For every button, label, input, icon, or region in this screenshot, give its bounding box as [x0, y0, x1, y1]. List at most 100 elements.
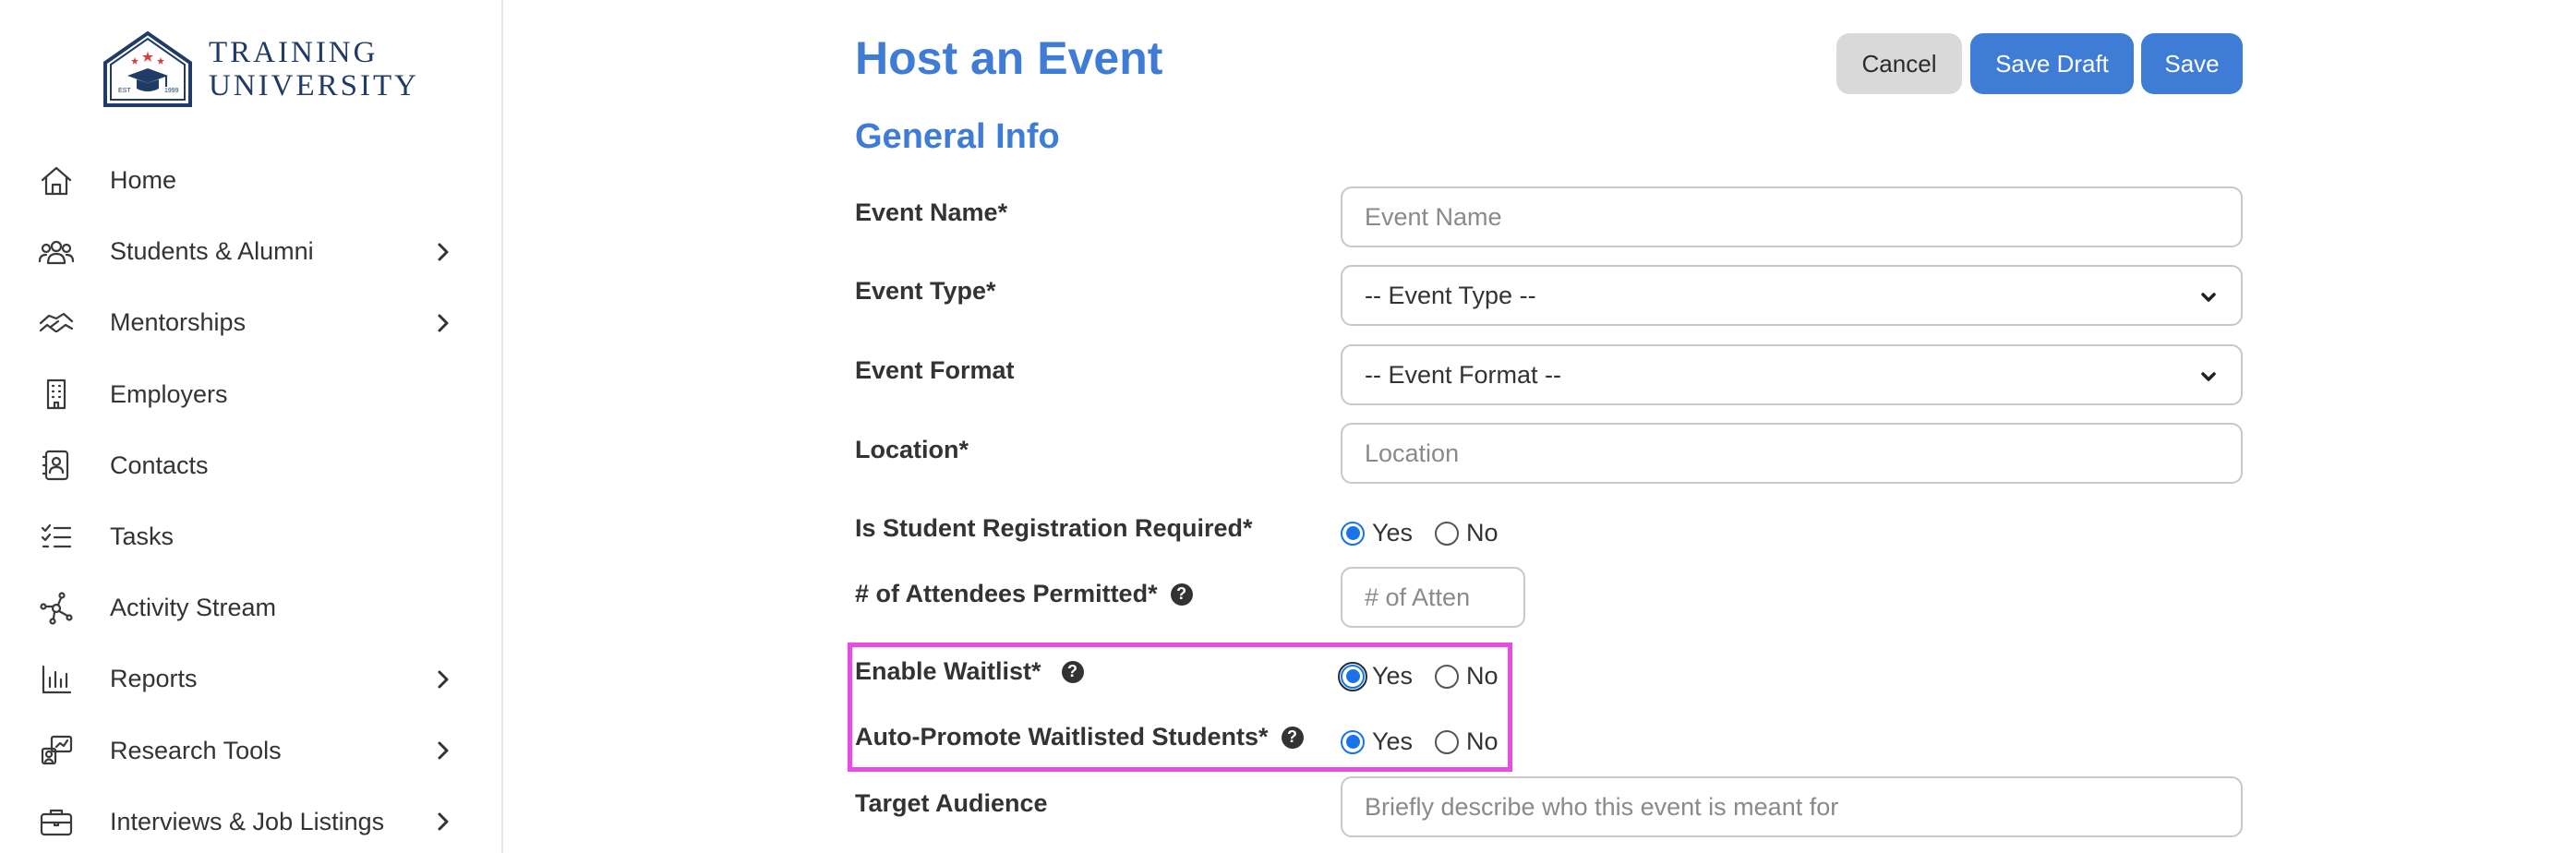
enable-waitlist-label: Enable Waitlist* ? [855, 657, 1084, 686]
sidebar-item-label: Students & Alumni [110, 237, 314, 266]
sidebar-nav: Home Students & Alumni Mentorships Emplo… [0, 145, 503, 853]
sidebar-item-label: Activity Stream [110, 594, 277, 622]
chevron-down-icon [2198, 365, 2219, 385]
sidebar-item-label: Home [110, 166, 177, 195]
sidebar-item-research-tools[interactable]: Research Tools [0, 715, 503, 787]
sidebar-item-label: Contacts [110, 451, 209, 479]
registration-no-radio[interactable] [1435, 521, 1460, 546]
auto-promote-yes-option[interactable]: Yes [1341, 727, 1413, 756]
event-format-label: Event Format [855, 356, 1015, 384]
waitlist-yes-option[interactable]: Yes [1338, 661, 1414, 691]
location-input[interactable]: Location [1341, 423, 2243, 484]
logo-est-right: 1999 [164, 88, 179, 94]
logo-text-line1: TRAINING [209, 36, 379, 69]
sidebar-item-students-alumni[interactable]: Students & Alumni [0, 216, 503, 287]
logo-text-line2: UNIVERSITY [209, 69, 419, 102]
enable-waitlist-radio-group: Yes No [1338, 661, 1521, 691]
waitlist-no-option[interactable]: No [1435, 662, 1499, 691]
chevron-right-icon [431, 311, 455, 335]
chevron-right-icon [431, 667, 455, 691]
logo-mark-icon: EST 1999 [103, 30, 192, 107]
event-type-select[interactable]: -- Event Type -- [1341, 265, 2243, 326]
registration-required-label: Is Student Registration Required* [855, 514, 1253, 542]
sidebar-item-employers[interactable]: Employers [0, 359, 503, 430]
registration-yes-option[interactable]: Yes [1341, 519, 1413, 547]
waitlist-yes-radio[interactable] [1338, 661, 1367, 691]
sidebar-item-contacts[interactable]: Contacts [0, 430, 503, 501]
attendees-input[interactable]: # of Atten [1341, 567, 1525, 628]
section-title: General Info [855, 117, 1060, 156]
chevron-right-icon [431, 810, 455, 834]
logo-est-left: EST [118, 88, 131, 94]
auto-promote-label: Auto-Promote Waitlisted Students* ? [855, 723, 1304, 751]
sidebar-item-label: Employers [110, 379, 228, 408]
logo[interactable]: EST 1999 TRAINING UNIVERSITY [100, 30, 419, 109]
event-name-label: Event Name* [855, 198, 1008, 226]
sidebar-item-label: Mentorships [110, 308, 247, 337]
sidebar-item-label: Research Tools [110, 736, 282, 764]
users-icon [37, 233, 76, 271]
event-name-input[interactable]: Event Name [1341, 186, 2243, 247]
registration-yes-radio[interactable] [1341, 521, 1365, 546]
waitlist-no-radio[interactable] [1435, 664, 1460, 689]
sidebar-item-home[interactable]: Home [0, 145, 503, 216]
location-placeholder: Location [1365, 439, 1460, 467]
help-icon[interactable]: ? [1061, 660, 1084, 683]
waitlist-no-label: No [1466, 662, 1499, 690]
save-button[interactable]: Save [2141, 33, 2243, 94]
sidebar-item-label: Interviews & Job Listings [110, 807, 385, 835]
sidebar-item-tasks[interactable]: Tasks [0, 501, 503, 572]
location-label: Location* [855, 436, 969, 463]
auto-promote-label-text: Auto-Promote Waitlisted Students* [855, 723, 1269, 751]
sidebar-item-reports[interactable]: Reports [0, 643, 503, 715]
handshake-icon [37, 304, 76, 342]
checklist-icon [37, 518, 76, 557]
page-title: Host an Event [855, 32, 1163, 84]
sidebar-item-label: Reports [110, 665, 198, 693]
registration-yes-label: Yes [1372, 519, 1414, 547]
event-type-label: Event Type* [855, 277, 996, 305]
attendees-label-text: # of Attendees Permitted* [855, 580, 1158, 607]
network-icon [37, 589, 76, 628]
auto-promote-no-option[interactable]: No [1435, 727, 1499, 756]
logo-text: TRAINING UNIVERSITY [209, 36, 419, 102]
contact-book-icon [37, 446, 76, 485]
bar-chart-icon [37, 660, 76, 699]
target-audience-label: Target Audience [855, 789, 1048, 817]
help-icon[interactable]: ? [1281, 726, 1304, 749]
target-audience-input[interactable]: Briefly describe who this event is meant… [1341, 776, 2243, 837]
registration-no-option[interactable]: No [1435, 519, 1499, 547]
chevron-right-icon [431, 739, 455, 763]
briefcase-icon [37, 802, 76, 841]
auto-promote-no-radio[interactable] [1435, 729, 1460, 754]
waitlist-yes-label: Yes [1372, 662, 1414, 690]
event-type-selected: -- Event Type -- [1365, 281, 1536, 309]
help-icon[interactable]: ? [1170, 583, 1193, 606]
target-audience-placeholder: Briefly describe who this event is meant… [1365, 792, 1839, 821]
home-icon [37, 162, 76, 200]
enable-waitlist-label-text: Enable Waitlist* [855, 657, 1041, 685]
auto-promote-yes-radio[interactable] [1341, 729, 1365, 754]
registration-required-radio-group: Yes No [1341, 519, 1521, 547]
main-content: Host an Event Cancel Save Draft Save Gen… [848, 0, 2243, 853]
sidebar-item-mentorships[interactable]: Mentorships [0, 287, 503, 358]
save-draft-button[interactable]: Save Draft [1970, 33, 2134, 94]
sidebar: EST 1999 TRAINING UNIVERSITY Home Studen… [0, 0, 503, 853]
building-icon [37, 375, 76, 414]
research-icon [37, 731, 76, 770]
chevron-right-icon [431, 240, 455, 264]
sidebar-item-interviews-job-listings[interactable]: Interviews & Job Listings [0, 787, 503, 853]
attendees-placeholder: # of Atten [1365, 583, 1471, 611]
sidebar-item-activity-stream[interactable]: Activity Stream [0, 572, 503, 643]
auto-promote-yes-label: Yes [1372, 727, 1414, 755]
event-format-selected: -- Event Format -- [1365, 360, 1562, 389]
cancel-button[interactable]: Cancel [1836, 33, 1962, 94]
auto-promote-radio-group: Yes No [1341, 727, 1521, 756]
registration-no-label: No [1466, 519, 1499, 547]
attendees-label: # of Attendees Permitted* ? [855, 580, 1193, 608]
auto-promote-no-label: No [1466, 727, 1499, 755]
chevron-down-icon [2198, 285, 2219, 306]
event-format-select[interactable]: -- Event Format -- [1341, 344, 2243, 405]
event-name-placeholder: Event Name [1365, 202, 1502, 231]
sidebar-item-label: Tasks [110, 523, 175, 551]
